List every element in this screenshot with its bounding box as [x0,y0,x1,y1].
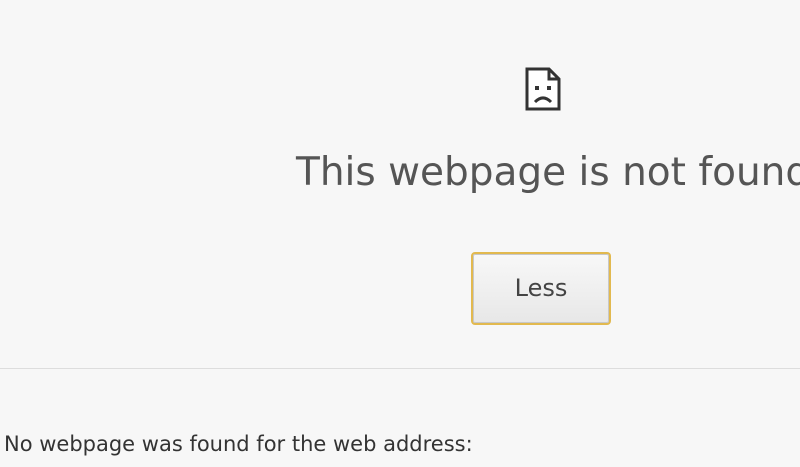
sad-file-icon [524,67,562,111]
error-details-text: No webpage was found for the web address… [4,432,473,456]
less-button[interactable]: Less [471,252,611,325]
page-title: This webpage is not found [296,150,800,195]
error-page: This webpage is not found Less No webpag… [0,0,800,467]
divider [0,368,800,369]
